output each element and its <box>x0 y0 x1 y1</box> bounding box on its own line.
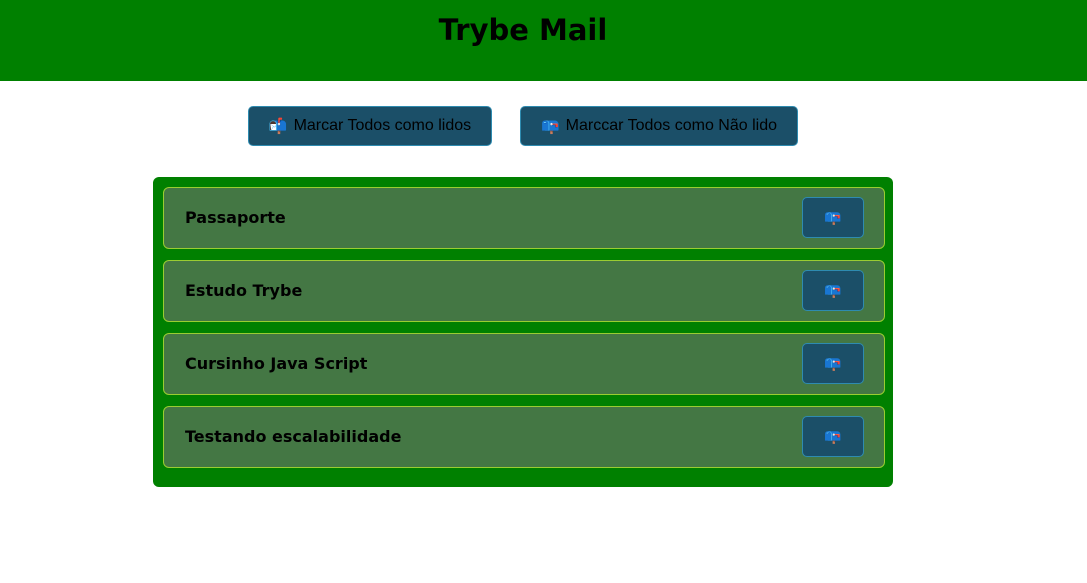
mailbox-closed-icon: 📪 <box>824 355 842 371</box>
email-title: Estudo Trybe <box>185 281 303 300</box>
toggle-read-button[interactable]: 📪 <box>802 416 864 457</box>
mailbox-closed-icon: 📪 <box>824 209 842 225</box>
mailbox-closed-icon: 📪 <box>540 116 560 135</box>
mark-all-read-label: Marcar Todos como lidos <box>293 117 472 134</box>
mailbox-closed-icon: 📪 <box>824 428 842 444</box>
email-item: Testando escalabilidade 📪 <box>163 406 885 468</box>
mailbox-closed-icon: 📪 <box>824 282 842 298</box>
mark-all-unread-label: Marccar Todos como Não lido <box>565 117 778 134</box>
email-title: Cursinho Java Script <box>185 354 368 373</box>
toggle-read-button[interactable]: 📪 <box>802 270 864 311</box>
mailbox-with-mail-icon: 📬 <box>268 116 288 135</box>
email-item: Estudo Trybe 📪 <box>163 260 885 322</box>
email-item: Cursinho Java Script 📪 <box>163 333 885 395</box>
email-list: Passaporte 📪 Estudo Trybe 📪 Cursinho Jav… <box>153 177 893 487</box>
mark-all-unread-button[interactable]: 📪 Marccar Todos como Não lido <box>520 106 798 146</box>
email-item: Passaporte 📪 <box>163 187 885 249</box>
email-title: Testando escalabilidade <box>185 427 402 446</box>
email-title: Passaporte <box>185 208 286 227</box>
mark-all-read-button[interactable]: 📬 Marcar Todos como lidos <box>248 106 492 146</box>
toggle-read-button[interactable]: 📪 <box>802 197 864 238</box>
toggle-read-button[interactable]: 📪 <box>802 343 864 384</box>
app-header: Trybe Mail <box>0 0 1087 81</box>
app-title: Trybe Mail <box>438 13 608 47</box>
